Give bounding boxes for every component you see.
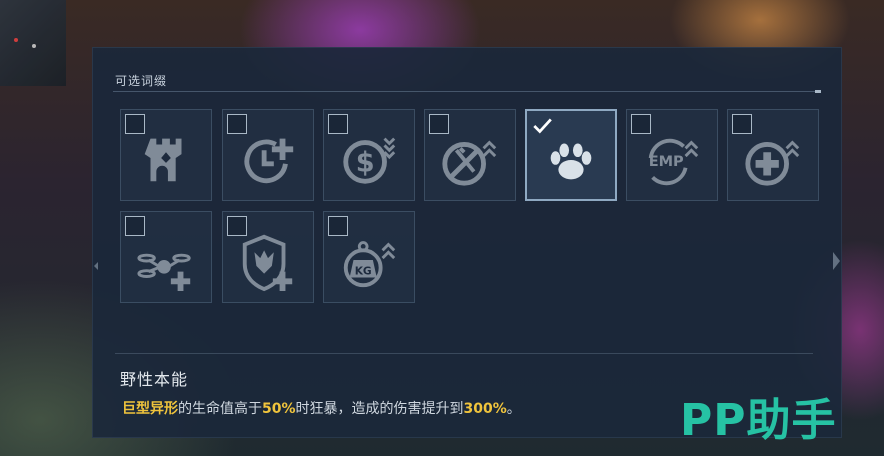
affix-slot-1[interactable] bbox=[120, 109, 212, 201]
affix-slot-8[interactable] bbox=[120, 211, 212, 303]
weight-up-icon: KG bbox=[343, 241, 396, 288]
svg-text:KG: KG bbox=[355, 265, 372, 278]
desc-highlight-damage: 300% bbox=[463, 401, 507, 417]
svg-text:$: $ bbox=[356, 148, 375, 179]
affix-slot-5[interactable] bbox=[525, 109, 617, 201]
monster-shield-plus-icon bbox=[242, 234, 293, 292]
emp-up-icon: EMP bbox=[649, 138, 699, 186]
clock-plus-icon bbox=[244, 138, 294, 184]
minimap bbox=[0, 0, 66, 86]
desc-highlight-threshold: 50% bbox=[262, 401, 296, 417]
affix-slot-3[interactable]: $ bbox=[323, 109, 415, 201]
affix-panel: 可选词缀 $ EMP KG 野性本能 巨型异形的生命值高于50%时狂暴，造成的伤… bbox=[92, 47, 842, 438]
fortress-icon bbox=[144, 138, 182, 182]
no-melee-up-icon bbox=[442, 140, 497, 186]
desc-text: 时狂暴，造成的伤害提升到 bbox=[295, 401, 464, 417]
affix-slot-7[interactable] bbox=[727, 109, 819, 201]
affix-description: 巨型异形的生命值高于50%时狂暴，造成的伤害提升到300%。 bbox=[122, 398, 521, 418]
affix-slot-10[interactable]: KG bbox=[323, 211, 415, 303]
affix-slot-6[interactable]: EMP bbox=[626, 109, 718, 201]
title-divider bbox=[113, 90, 821, 93]
desc-text: 的生命值高于 bbox=[178, 401, 262, 417]
heal-up-icon bbox=[745, 140, 800, 186]
desc-text: 。 bbox=[506, 401, 521, 417]
desc-highlight-target: 巨型异形 bbox=[122, 401, 178, 417]
coin-down-icon: $ bbox=[343, 137, 396, 184]
watermark-logo: PP助手 bbox=[680, 395, 837, 446]
drone-plus-icon bbox=[137, 253, 191, 292]
affix-name: 野性本能 bbox=[120, 370, 189, 389]
affix-slot-4[interactable] bbox=[424, 109, 516, 201]
panel-title: 可选词缀 bbox=[115, 74, 168, 88]
svg-text:EMP: EMP bbox=[649, 154, 684, 170]
detail-divider bbox=[115, 353, 813, 354]
prev-page-arrow[interactable] bbox=[94, 262, 98, 270]
next-page-arrow[interactable] bbox=[833, 252, 840, 270]
affix-slot-2[interactable] bbox=[222, 109, 314, 201]
affix-slot-9[interactable] bbox=[222, 211, 314, 303]
paw-icon bbox=[550, 143, 592, 180]
